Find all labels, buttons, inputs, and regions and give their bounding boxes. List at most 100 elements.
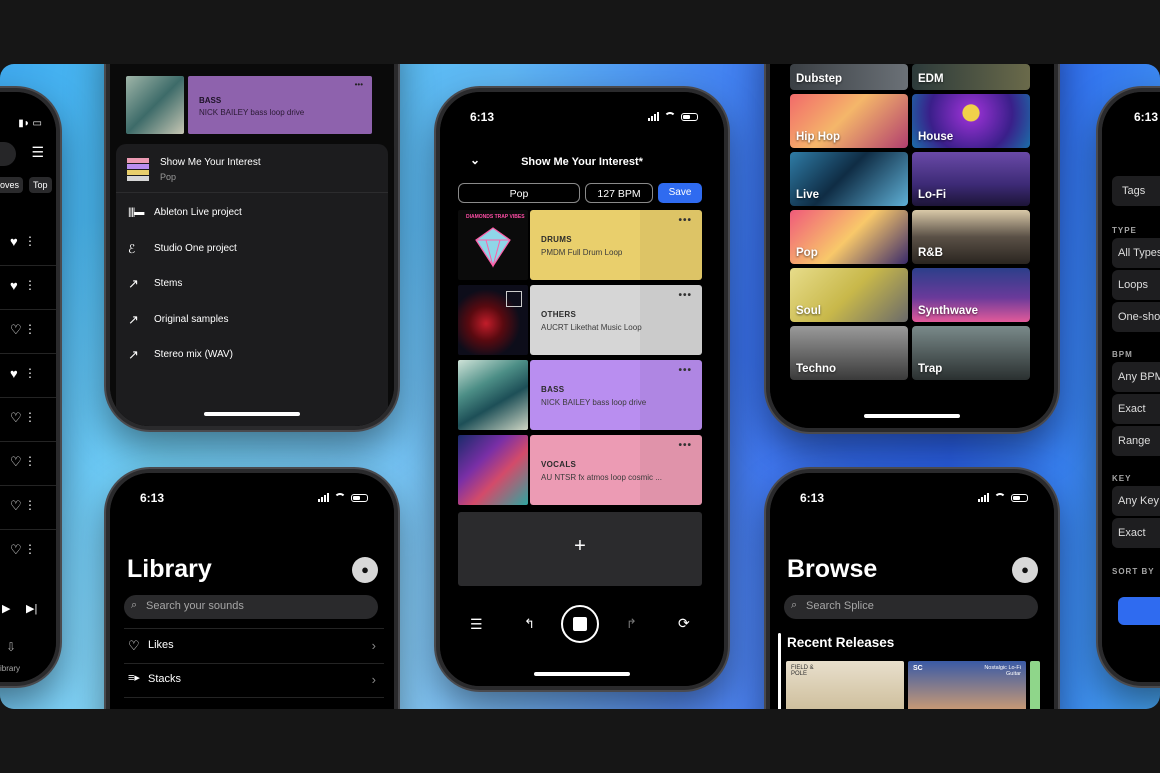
list-item[interactable]: ♥ ⋮ [0,222,56,266]
genre-tile-lo-fi[interactable]: Lo-Fi [912,152,1030,206]
library-tab-label[interactable]: ibrary [0,664,20,673]
genre-tile-live[interactable]: Live [790,152,908,206]
bpm-option-exact[interactable]: Exact [1112,394,1160,424]
more-icon[interactable]: ••• [678,365,692,376]
type-option-one-shots[interactable]: One-sho [1112,302,1160,332]
filter-sliders-icon[interactable]: ☰ [31,144,44,161]
genre-tile-synthwave[interactable]: Synthwave [912,268,1030,322]
export-option-stereo-mix[interactable]: ↗ Stereo mix (WAV) [116,347,388,384]
dynamic-island [540,102,624,126]
more-icon[interactable]: ••• [678,290,692,301]
heart-outline-icon[interactable]: ♡ [10,410,22,426]
tags-filter[interactable]: Tags [1112,176,1160,206]
genre-tile-trap[interactable]: Trap [912,326,1030,380]
more-icon[interactable]: ⋮ [24,454,36,468]
heart-outline-icon[interactable]: ♡ [10,542,22,558]
list-item[interactable]: ♥ ⋮ [0,266,56,310]
genre-tile-house[interactable]: House [912,94,1030,148]
genre-tile-soul[interactable]: Soul [790,268,908,322]
phone-export-menu: BASS NICK BAILEY bass loop drive ••• Sho… [106,64,398,430]
play-icon[interactable]: ▶ [2,602,10,615]
drums-card[interactable]: DRUMS PMDM Full Drum Loop ••• [530,210,702,280]
skip-next-icon[interactable]: ▶| [26,602,37,615]
genre-tile-edm[interactable]: EDM [912,64,1030,90]
status-time: 6:13 [800,491,825,505]
bass-card[interactable]: BASS NICK BAILEY bass loop drive ••• [188,76,372,134]
vocals-card[interactable]: VOCALS AU NTSR fx atmos loop cosmic ... … [530,435,702,505]
release-card[interactable]: FIELD & POLE [786,661,904,709]
genre-tile-pop[interactable]: Pop [790,210,908,264]
search-input[interactable]: ⌕ Search your sounds [124,595,378,619]
type-option-all[interactable]: All Types [1112,238,1160,268]
heart-filled-icon[interactable]: ♥ [10,366,18,381]
home-indicator [534,672,630,676]
chevron-right-icon: › [371,672,376,687]
search-input[interactable]: ⌕ Search Splice [784,595,1038,619]
heart-outline-icon[interactable]: ♡ [10,322,22,338]
tab-loves[interactable]: oves [0,177,24,193]
redo-icon[interactable]: ↱ [626,616,637,632]
others-card[interactable]: OTHERS AUCRT Likethat Music Loop ••• [530,285,702,355]
key-option-any[interactable]: Any Key [1112,486,1160,516]
library-item-stacks[interactable]: ≡▸ Stacks › [124,663,384,698]
genre-label: Soul [796,305,821,317]
avatar[interactable]: ● [1012,557,1038,583]
bpm-option-range[interactable]: Range [1112,426,1160,456]
more-icon[interactable]: ⋮ [24,234,36,248]
genre-tile-dubstep[interactable]: Dubstep [790,64,908,90]
more-icon[interactable]: ••• [678,440,692,451]
page-title: Browse [787,555,878,583]
undo-icon[interactable]: ↰ [524,616,535,632]
library-tab-icon[interactable]: ⇩ [6,640,16,654]
bass-card[interactable]: BASS NICK BAILEY bass loop drive ••• [530,360,702,430]
bpm-option-any[interactable]: Any BPM [1112,362,1160,392]
phone-stack-editor: 6:13 ⌄ Show Me Your Interest* Pop 127 BP… [436,88,728,690]
genre-tile-rnb[interactable]: R&B [912,210,1030,264]
release-card[interactable]: SC Nostalgic Lo-Fi Guitar [908,661,1026,709]
more-icon[interactable]: ••• [355,80,363,89]
heart-filled-icon[interactable]: ♥ [10,234,18,249]
genre-tile-hip-hop[interactable]: Hip Hop [790,94,908,148]
tab-top[interactable]: Top [29,177,52,193]
more-icon[interactable]: ⋮ [24,278,36,292]
type-option-loops[interactable]: Loops [1112,270,1160,300]
heart-filled-icon[interactable]: ♥ [10,278,18,293]
bpm-pill[interactable]: 127 BPM [585,183,653,203]
library-item-likes[interactable]: ♡ Likes › [124,629,384,664]
sliders-icon[interactable]: ☰ [470,616,483,633]
search-field-edge[interactable] [0,142,16,166]
refresh-icon[interactable]: ⟳ [678,615,690,632]
more-icon[interactable]: ⋮ [24,322,36,336]
list-item[interactable]: ♥ ⋮ [0,354,56,398]
list-item[interactable]: ♡ ⋮ [0,530,56,573]
list-item[interactable]: ♡ ⋮ [0,310,56,354]
more-icon[interactable]: ⋮ [24,366,36,380]
apply-button[interactable] [1118,597,1160,625]
more-icon[interactable]: ⋮ [24,498,36,512]
list-item[interactable]: ♡ ⋮ [0,398,56,442]
genre-tile-techno[interactable]: Techno [790,326,908,380]
more-icon[interactable]: ⋮ [24,410,36,424]
add-layer-button[interactable]: + [458,512,702,586]
export-option-ableton[interactable]: ||||▬ Ableton Live project [116,206,388,242]
heart-outline-icon[interactable]: ♡ [10,454,22,470]
save-button[interactable]: Save [658,183,702,203]
stop-button[interactable] [561,605,599,643]
genre-pill[interactable]: Pop [458,183,580,203]
export-option-samples[interactable]: ↗ Original samples [116,312,388,349]
more-icon[interactable]: ⋮ [24,542,36,556]
drums-artwork: DIAMONDS TRAP VIBES [458,210,528,280]
heart-outline-icon[interactable]: ♡ [10,498,22,514]
list-item[interactable]: ♡ ⋮ [0,486,56,530]
release-label: FIELD & POLE [791,665,814,677]
release-card[interactable] [1030,661,1040,709]
layer-title: VOCALS [541,460,577,469]
list-item[interactable]: ♡ ⋮ [0,442,56,486]
export-option-studio-one[interactable]: ℰ Studio One project [116,242,388,278]
more-icon[interactable]: ••• [678,215,692,226]
export-option-label: Stereo mix (WAV) [154,349,233,360]
key-option-exact[interactable]: Exact [1112,518,1160,548]
export-option-stems[interactable]: ↗ Stems [116,276,388,313]
avatar[interactable]: ● [352,557,378,583]
project-color-icon [127,158,149,181]
